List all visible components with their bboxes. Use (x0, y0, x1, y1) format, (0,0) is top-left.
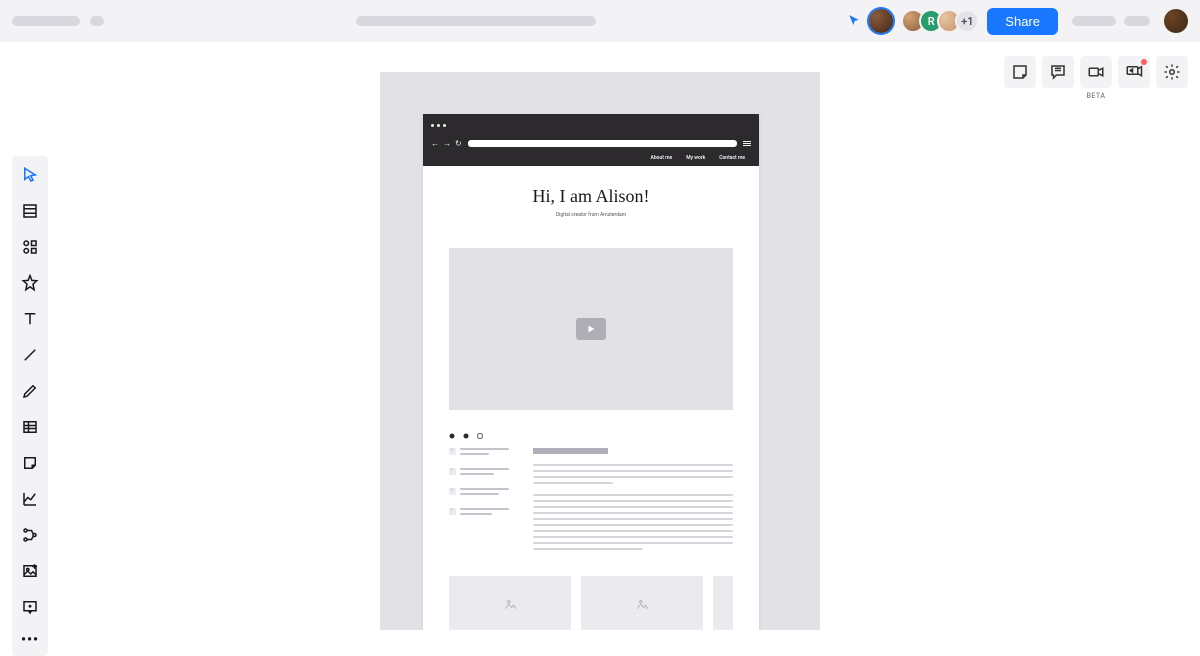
present-icon[interactable] (1118, 56, 1150, 88)
hero-title: Hi, I am Alison! (449, 186, 733, 207)
share-button[interactable]: Share (987, 8, 1058, 35)
account-avatar[interactable] (1164, 9, 1188, 33)
content-columns (449, 448, 733, 560)
notification-dot (1141, 59, 1147, 65)
list-item (449, 468, 509, 478)
hamburger-icon (743, 141, 751, 146)
collaborator-avatars[interactable]: R +1 (901, 9, 979, 33)
line-tool[interactable] (19, 344, 41, 366)
more-tools[interactable]: ••• (21, 632, 39, 648)
paragraph (533, 464, 733, 484)
gallery-item (713, 576, 733, 630)
browser-nav-icons: ←→↻ (431, 139, 462, 148)
select-tool[interactable] (19, 164, 41, 186)
avatar-overflow[interactable]: +1 (955, 9, 979, 33)
star-tool[interactable] (19, 272, 41, 294)
list-item (449, 508, 509, 518)
image-tool[interactable] (19, 560, 41, 582)
topbar-placeholder (1072, 16, 1116, 26)
nav-work: My work (686, 155, 705, 161)
breadcrumb-area (12, 16, 104, 26)
doc-title-area (114, 16, 837, 26)
comment-icon[interactable] (1042, 56, 1074, 88)
note-icon[interactable] (1004, 56, 1036, 88)
table-tool[interactable] (19, 416, 41, 438)
topbar-placeholder (1124, 16, 1150, 26)
nav-about: About me (651, 155, 673, 161)
sticky-tool[interactable] (19, 452, 41, 474)
shapes-tool[interactable] (19, 236, 41, 258)
list-item (449, 488, 509, 498)
canvas[interactable]: ←→↻ About me My work Contact me Hi, I am… (380, 72, 820, 630)
video-placeholder (449, 248, 733, 410)
list-item (449, 448, 509, 458)
checklist (449, 448, 509, 560)
top-bar: R +1 Share (0, 0, 1200, 42)
site-nav: About me My work Contact me (423, 150, 759, 166)
instagram-icon (477, 424, 483, 430)
connector-tool[interactable] (19, 524, 41, 546)
chevron-placeholder (90, 16, 104, 26)
text-tool[interactable] (19, 308, 41, 330)
doc-title-placeholder (356, 16, 596, 26)
url-bar (468, 140, 737, 147)
settings-icon[interactable] (1156, 56, 1188, 88)
right-panel: BETA (1004, 56, 1188, 88)
browser-chrome (423, 114, 759, 136)
frame-tool[interactable] (19, 200, 41, 222)
browser-url-row: ←→↻ (423, 136, 759, 150)
pen-tool[interactable] (19, 380, 41, 402)
social-icons (449, 424, 733, 430)
gallery-item (449, 576, 571, 630)
comment-tool[interactable] (19, 596, 41, 618)
chart-tool[interactable] (19, 488, 41, 510)
website-mockup[interactable]: ←→↻ About me My work Contact me Hi, I am… (423, 114, 759, 630)
github-icon (449, 424, 455, 430)
paragraph (533, 494, 733, 550)
left-toolbar: ••• (12, 156, 48, 656)
mockup-body: Hi, I am Alison! Digital creator from Am… (423, 166, 759, 630)
nav-contact: Contact me (719, 155, 745, 161)
article (533, 448, 733, 560)
hero-subtitle: Digital creator from Amsterdam (449, 212, 733, 218)
traffic-lights (431, 124, 446, 127)
beta-badge: BETA (1086, 92, 1105, 100)
article-heading (533, 448, 608, 454)
topbar-right: R +1 Share (847, 8, 1188, 35)
workspace-placeholder (12, 16, 80, 26)
facebook-icon (463, 424, 469, 430)
gallery-item (581, 576, 703, 630)
presence-cursor-icon (847, 14, 861, 28)
current-user-avatar[interactable] (869, 9, 893, 33)
play-icon (576, 318, 606, 340)
gallery (449, 576, 733, 630)
video-icon[interactable]: BETA (1080, 56, 1112, 88)
